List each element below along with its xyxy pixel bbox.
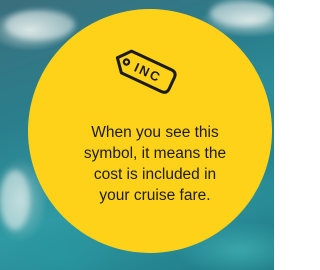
- wave-foam: [210, 0, 274, 26]
- wave-foam: [0, 170, 30, 230]
- ocean-background: INC When you see this symbol, it means t…: [0, 0, 274, 270]
- badge-message: When you see this symbol, it means the c…: [83, 124, 227, 204]
- price-tag-icon: INC: [115, 49, 177, 94]
- wave-foam: [5, 10, 75, 40]
